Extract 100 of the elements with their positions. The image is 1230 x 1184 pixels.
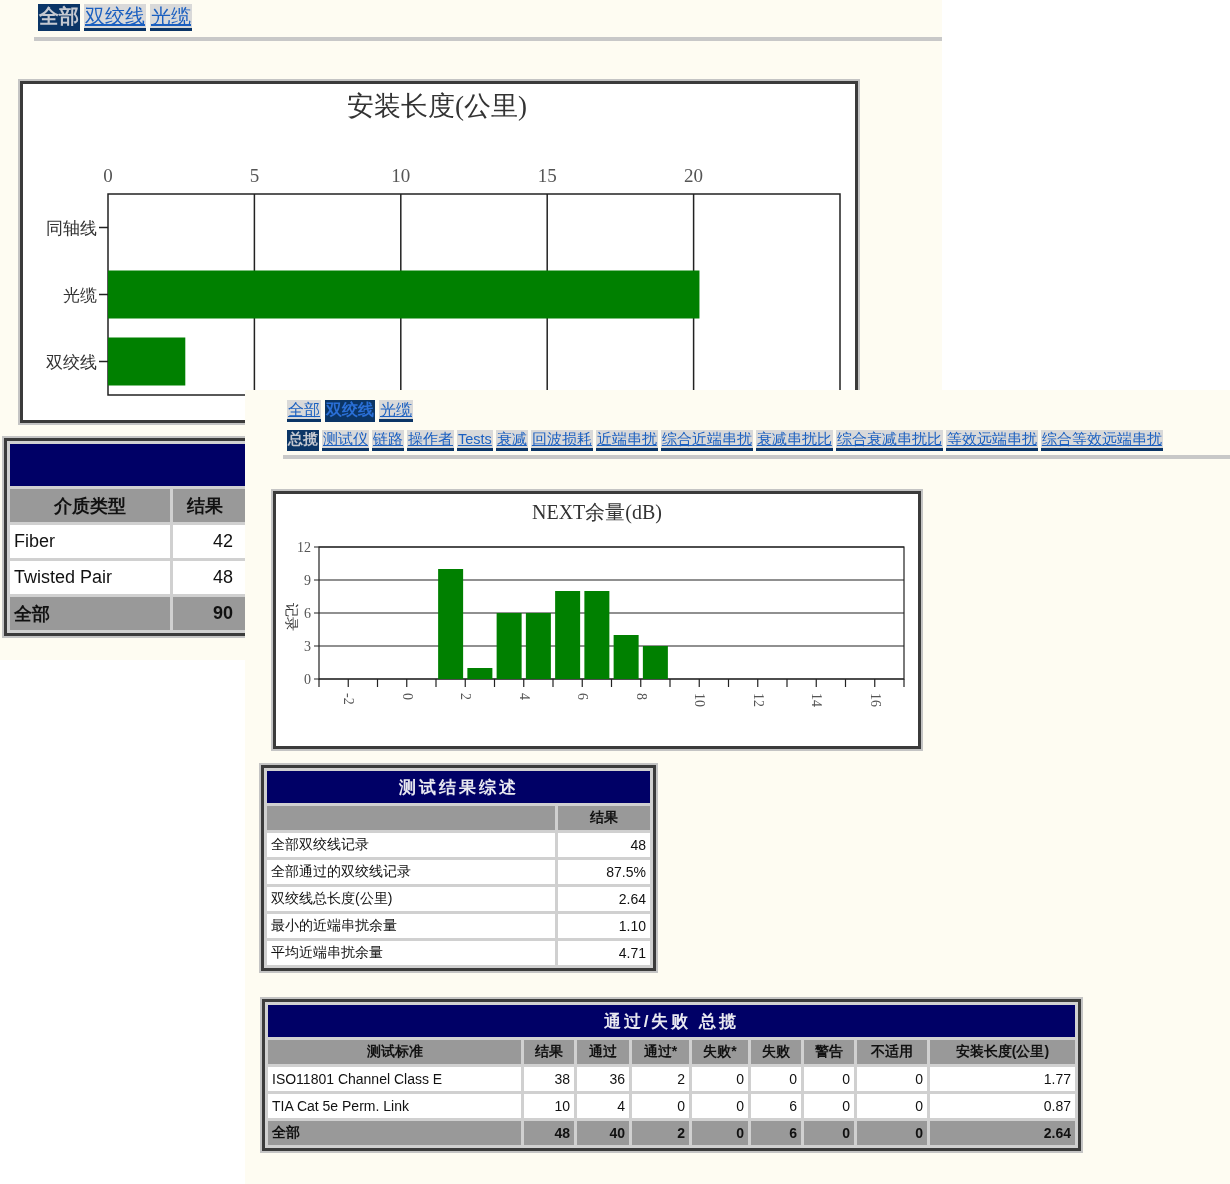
tick-label: 6: [575, 693, 591, 701]
table-cell: 0: [804, 1067, 854, 1092]
bar: [525, 613, 551, 680]
table-cell: 0: [692, 1121, 748, 1146]
table-cell: 6: [751, 1121, 801, 1146]
table-cell: 平均近端串扰余量: [267, 941, 555, 966]
tick-label: 0: [103, 165, 113, 186]
bar: [467, 668, 493, 680]
table-cell: 6: [751, 1094, 801, 1119]
tick-label: 15: [537, 165, 557, 186]
chart-title: 安装长度(公里): [347, 91, 527, 121]
table-cell: 全部双绞线记录: [267, 833, 555, 858]
tab[interactable]: Tests: [457, 430, 493, 452]
tick-label: 2: [458, 693, 474, 701]
table-cell: 0: [804, 1094, 854, 1119]
table-cell: 4.71: [558, 941, 650, 966]
table-cell: 2: [632, 1067, 689, 1092]
table-cell: 2.64: [930, 1121, 1075, 1146]
tab[interactable]: 双绞线: [84, 4, 146, 31]
tick-label: 12: [297, 540, 311, 556]
tab[interactable]: 总揽: [287, 430, 319, 452]
table-cell: 40: [577, 1121, 629, 1146]
category-label: 同轴线: [46, 218, 97, 238]
tick-label: 0: [399, 693, 415, 701]
tick-label: 5: [249, 165, 260, 186]
table-cell: Fiber: [10, 525, 170, 558]
tick-label: 4: [516, 693, 532, 701]
tick-label: 14: [809, 693, 825, 708]
tab[interactable]: 光缆: [379, 400, 413, 423]
table-cell: 4: [577, 1094, 629, 1119]
column-header: 结果: [558, 806, 650, 831]
table-cell: 2.64: [558, 887, 650, 912]
tick-label: 20: [684, 165, 704, 186]
tab[interactable]: 操作者: [407, 430, 454, 452]
column-header: 通过*: [632, 1040, 689, 1065]
tab[interactable]: 光缆: [150, 4, 192, 31]
tab[interactable]: 等效远端串扰: [945, 430, 1038, 452]
column-header: 失败*: [692, 1040, 748, 1065]
column-header: 结果: [173, 489, 247, 522]
table-cell: 0: [692, 1067, 748, 1092]
tab[interactable]: 近端串扰: [595, 430, 658, 452]
tick-label: 10: [692, 693, 708, 708]
tab[interactable]: 回波损耗: [530, 430, 593, 452]
table-cell: 0: [857, 1121, 927, 1146]
column-header: 不适用: [857, 1040, 927, 1065]
tab[interactable]: 综合近端串扰: [660, 430, 753, 452]
table-title: 测试结果综述: [267, 771, 650, 804]
tick-label: 16: [867, 693, 883, 708]
table-cell: 38: [524, 1067, 574, 1092]
tab[interactable]: 链路: [372, 430, 404, 452]
category-label: 双绞线: [46, 352, 97, 372]
tab[interactable]: 衰减: [495, 430, 528, 452]
table-cell: 87.5%: [558, 860, 650, 885]
table-cell: 全部: [10, 597, 170, 630]
table-title: 通过/失败 总揽: [268, 1005, 1075, 1038]
column-header: 结果: [524, 1040, 574, 1065]
column-header: 失败: [751, 1040, 801, 1065]
tick-label: 8: [633, 693, 649, 701]
table-cell: 90: [173, 597, 247, 630]
chart-title: NEXT余量(dB): [532, 501, 662, 524]
tab[interactable]: 全部: [287, 400, 321, 423]
axis-label: 记录: [284, 603, 299, 632]
column-header: 警告: [804, 1040, 854, 1065]
column-header: 通过: [577, 1040, 629, 1065]
tick-label: 0: [304, 672, 311, 688]
tick-label: 12: [750, 693, 766, 708]
tab[interactable]: 全部: [38, 4, 80, 31]
column-header: 测试标准: [268, 1040, 521, 1065]
tick-label: -2: [341, 693, 357, 705]
table-cell: 1.10: [558, 914, 650, 939]
table-cell: 10: [524, 1094, 574, 1119]
table-cell: 全部: [268, 1121, 521, 1146]
table-cell: 0: [692, 1094, 748, 1119]
bar: [496, 613, 522, 680]
tab[interactable]: 综合衰减串扰比: [835, 430, 943, 452]
tab[interactable]: 双绞线: [325, 400, 375, 423]
table-cell: 0.87: [930, 1094, 1075, 1119]
table-cell: 2: [632, 1121, 689, 1146]
table-cell: 双绞线总长度(公里): [267, 887, 555, 912]
table-cell: 0: [804, 1121, 854, 1146]
table-cell: 48: [558, 833, 650, 858]
table-cell: 42: [173, 525, 247, 558]
tick-label: 3: [304, 639, 311, 655]
category-label: 光缆: [63, 285, 97, 305]
tab[interactable]: 综合等效远端串扰: [1040, 430, 1163, 452]
tab[interactable]: 衰减串扰比: [755, 430, 833, 452]
table-cell: Twisted Pair: [10, 561, 170, 594]
column-header: 介质类型: [10, 489, 170, 522]
tick-label: 10: [391, 165, 411, 186]
bar: [613, 635, 639, 680]
table-cell: 0: [751, 1067, 801, 1092]
table-cell: 全部通过的双绞线记录: [267, 860, 555, 885]
table-cell: 0: [857, 1094, 927, 1119]
table-cell: 48: [173, 561, 247, 594]
tab[interactable]: 测试仪: [322, 430, 369, 452]
table-cell: 最小的近端串扰余量: [267, 914, 555, 939]
tick-label: 9: [304, 573, 311, 589]
table-cell: ISO11801 Channel Class E: [268, 1067, 521, 1092]
column-header: 安装长度(公里): [930, 1040, 1075, 1065]
table-cell: 48: [524, 1121, 574, 1146]
